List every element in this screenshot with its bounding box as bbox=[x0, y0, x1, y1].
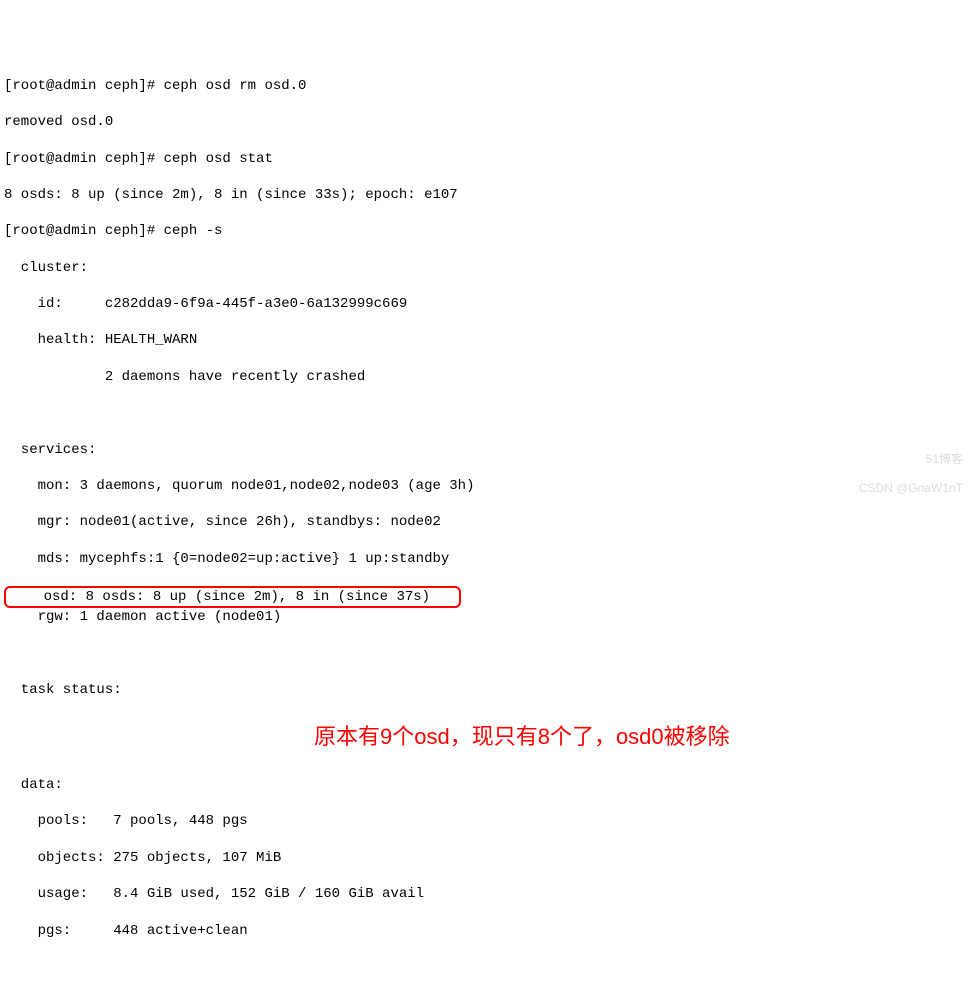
terminal-line: pgs: 448 active+clean bbox=[4, 922, 969, 940]
terminal-line: mds: mycephfs:1 {0=node02=up:active} 1 u… bbox=[4, 550, 969, 568]
terminal-line: 2 daemons have recently crashed bbox=[4, 368, 969, 386]
annotation-text: 原本有9个osd，现只有8个了，osd0被移除 bbox=[314, 723, 969, 752]
watermark-line2: CSDN @GnaW1nT bbox=[859, 481, 963, 495]
terminal-line bbox=[4, 645, 969, 663]
terminal-line: mon: 3 daemons, quorum node01,node02,nod… bbox=[4, 477, 969, 495]
terminal-line: cluster: bbox=[4, 259, 969, 277]
terminal-line: mgr: node01(active, since 26h), standbys… bbox=[4, 513, 969, 531]
terminal-line: [root@admin ceph]# ceph osd rm osd.0 bbox=[4, 77, 969, 95]
terminal-line: objects: 275 objects, 107 MiB bbox=[4, 849, 969, 867]
terminal-line: 8 osds: 8 up (since 2m), 8 in (since 33s… bbox=[4, 186, 969, 204]
terminal-line: data: bbox=[4, 776, 969, 794]
terminal-line: removed osd.0 bbox=[4, 113, 969, 131]
watermark: 51博客 CSDN @GnaW1nT bbox=[852, 437, 963, 495]
terminal-line: services: bbox=[4, 441, 969, 459]
watermark-line1: 51博客 bbox=[926, 452, 963, 466]
terminal-line: id: c282dda9-6f9a-445f-a3e0-6a132999c669 bbox=[4, 295, 969, 313]
terminal-line: health: HEALTH_WARN bbox=[4, 331, 969, 349]
terminal-line: usage: 8.4 GiB used, 152 GiB / 160 GiB a… bbox=[4, 885, 969, 903]
terminal-line: rgw: 1 daemon active (node01) bbox=[4, 608, 969, 626]
terminal-line: pools: 7 pools, 448 pgs bbox=[4, 812, 969, 830]
terminal-line: [root@admin ceph]# ceph osd stat bbox=[4, 150, 969, 168]
highlight-box-osd-line: osd: 8 osds: 8 up (since 2m), 8 in (sinc… bbox=[4, 586, 461, 608]
terminal-line: task status: bbox=[4, 681, 969, 699]
terminal-line bbox=[4, 404, 969, 422]
terminal-line: [root@admin ceph]# ceph -s bbox=[4, 222, 969, 240]
